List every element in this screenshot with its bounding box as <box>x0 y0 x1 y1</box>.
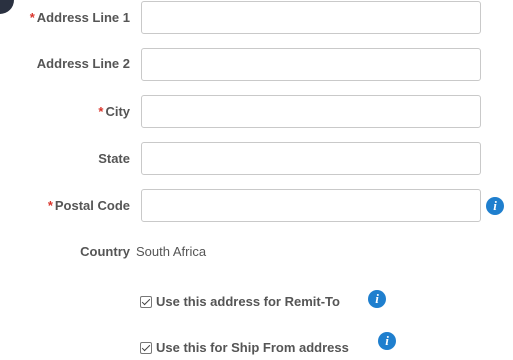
city-label: * City <box>98 104 130 119</box>
corner-overlay <box>0 0 14 14</box>
info-icon[interactable]: i <box>486 197 504 215</box>
ship-from-label: Use this for Ship From address <box>156 340 349 355</box>
country-label: Country <box>80 244 130 259</box>
required-marker: * <box>98 104 104 119</box>
check-icon <box>141 296 151 306</box>
country-value: South Africa <box>136 244 207 259</box>
remit-to-label: Use this address for Remit-To <box>156 294 340 309</box>
address-line1-input[interactable] <box>141 1 481 34</box>
check-icon <box>141 342 151 352</box>
state-input[interactable] <box>141 142 481 175</box>
ship-from-option[interactable]: Use this for Ship From address i <box>140 332 410 358</box>
required-marker: * <box>47 198 53 213</box>
city-input[interactable] <box>141 95 481 128</box>
address-line1-label: * Address Line 1 <box>29 10 130 25</box>
ship-from-checkbox[interactable] <box>140 342 152 354</box>
postal-code-label: * Postal Code <box>47 198 130 213</box>
postal-code-input[interactable] <box>141 189 481 222</box>
info-icon[interactable]: i <box>368 290 386 308</box>
info-icon[interactable]: i <box>378 332 396 350</box>
required-marker: * <box>29 10 35 25</box>
address-line2-label: Address Line 2 <box>36 56 130 71</box>
state-label: State <box>98 151 130 166</box>
remit-to-option[interactable]: Use this address for Remit-To i <box>140 290 410 312</box>
remit-to-checkbox[interactable] <box>140 296 152 308</box>
address-line2-input[interactable] <box>141 48 481 81</box>
